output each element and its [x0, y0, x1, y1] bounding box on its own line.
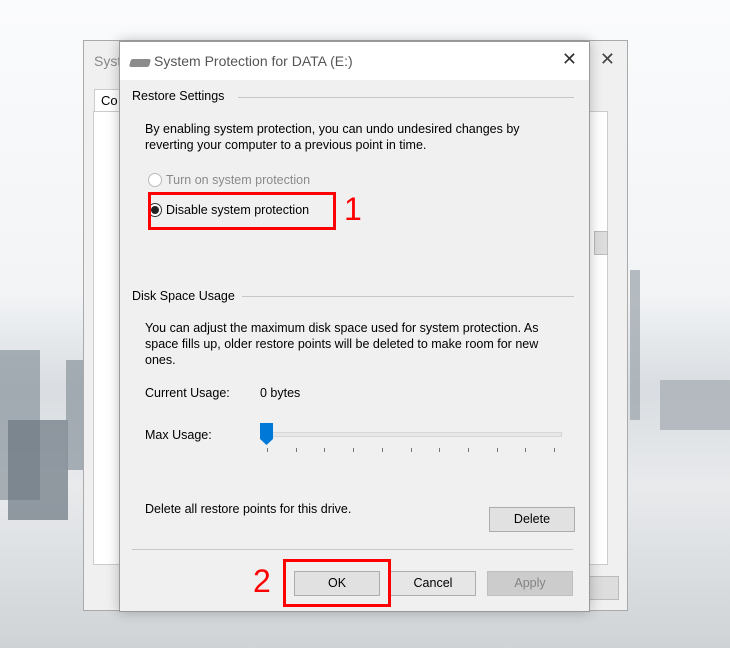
max-usage-slider-track[interactable]: [267, 432, 562, 437]
disk-space-heading: Disk Space Usage: [132, 289, 235, 303]
slider-tick: [295, 448, 297, 452]
slider-tick: [381, 448, 383, 452]
restore-description: By enabling system protection, you can u…: [145, 122, 520, 152]
slider-tick: [324, 448, 326, 452]
annotation-step-2: 2: [253, 563, 271, 599]
background-close-icon[interactable]: ✕: [600, 49, 615, 70]
slider-tick: [439, 448, 441, 452]
divider: [238, 97, 574, 98]
annotation-highlight-1: [148, 192, 336, 230]
current-usage-label: Current Usage:: [145, 386, 230, 400]
slider-tick: [410, 448, 412, 452]
slider-tick: [525, 448, 527, 452]
annotation-step-1: 1: [344, 191, 362, 227]
radio-unchecked-icon: [148, 173, 162, 187]
slider-tick: [496, 448, 498, 452]
background-button[interactable]: [589, 576, 619, 600]
close-icon[interactable]: ✕: [562, 49, 577, 70]
slider-tick: [554, 448, 555, 452]
restore-settings-heading: Restore Settings: [132, 89, 225, 103]
divider: [242, 296, 574, 297]
drive-icon: [128, 59, 152, 67]
divider: [132, 549, 573, 550]
radio-turn-on-protection[interactable]: Turn on system protection: [148, 173, 310, 187]
delete-button[interactable]: Delete: [489, 507, 575, 532]
title-bar: System Protection for DATA (E:) ✕: [120, 42, 589, 80]
slider-tick: [267, 448, 268, 452]
slider-tick: [353, 448, 355, 452]
current-usage-value: 0 bytes: [260, 386, 301, 400]
background-window-title: Syst: [94, 53, 122, 69]
disk-space-description: You can adjust the maximum disk space us…: [145, 321, 539, 367]
max-usage-label: Max Usage:: [145, 428, 212, 442]
system-protection-dialog: System Protection for DATA (E:) ✕ Restor…: [119, 41, 590, 612]
slider-tick: [467, 448, 469, 452]
cancel-button[interactable]: Cancel: [390, 571, 476, 596]
radio-label: Turn on system protection: [166, 173, 311, 187]
dialog-title: System Protection for DATA (E:): [154, 53, 353, 69]
background-button[interactable]: [594, 231, 608, 255]
delete-description: Delete all restore points for this drive…: [145, 502, 352, 516]
apply-button[interactable]: Apply: [487, 571, 573, 596]
max-usage-slider-thumb[interactable]: [260, 423, 273, 445]
annotation-highlight-2: [283, 559, 391, 607]
